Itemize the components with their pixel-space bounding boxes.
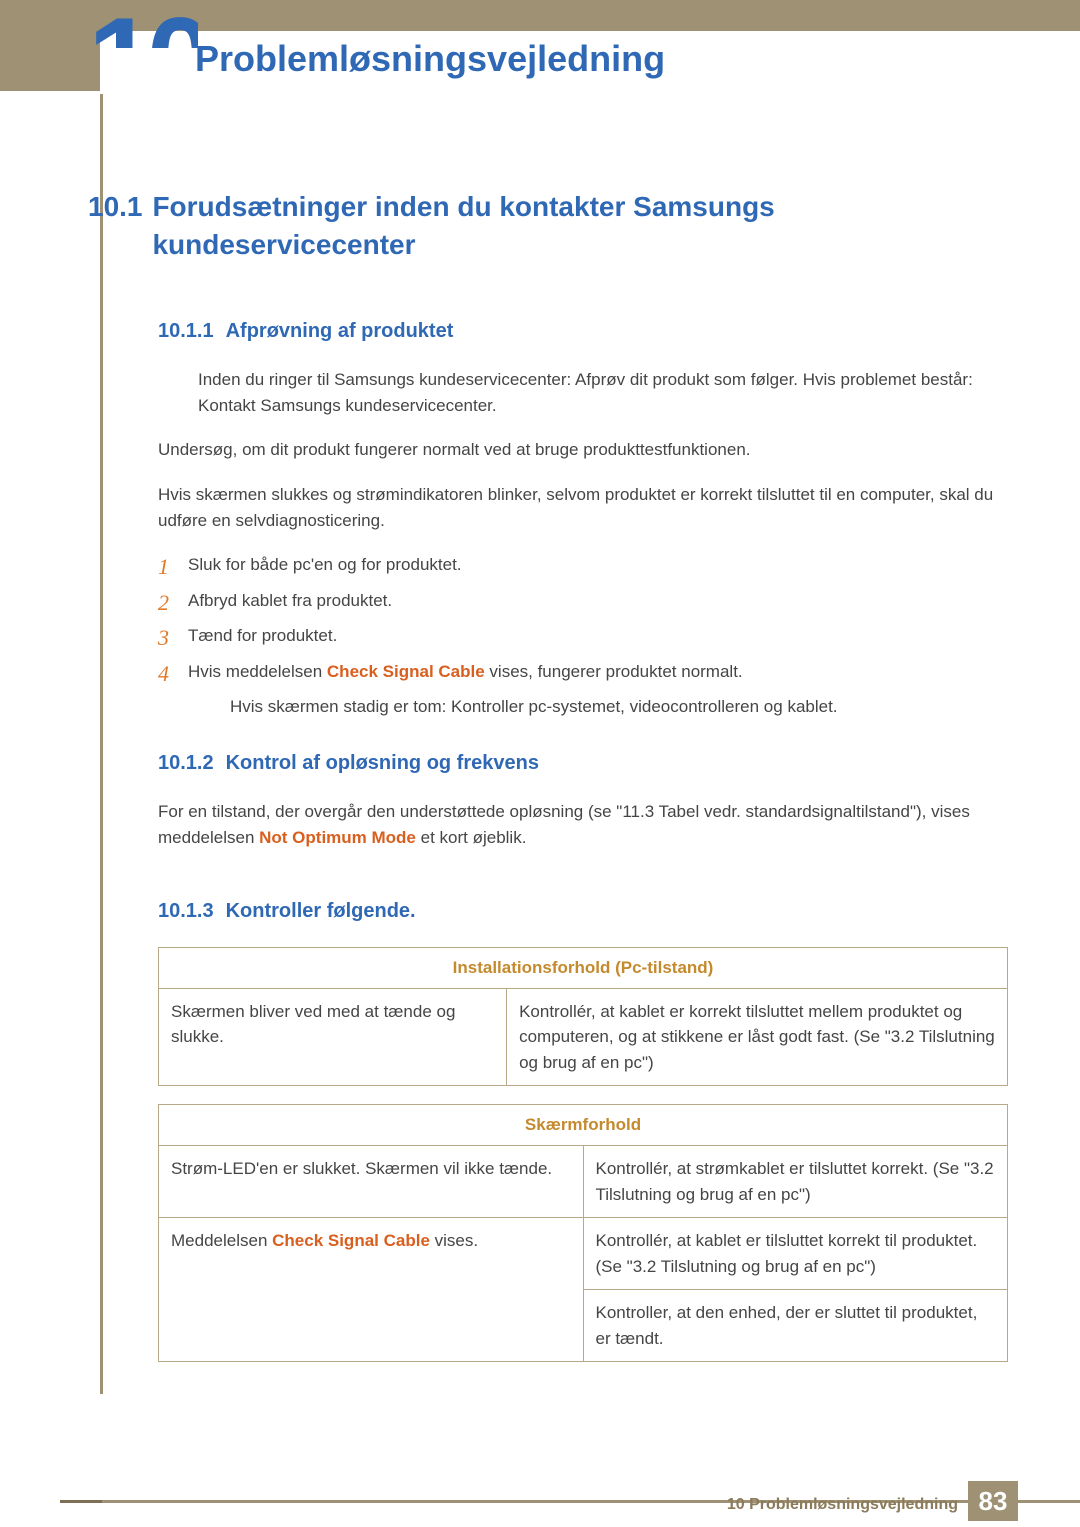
table-row: Skærmen bliver ved med at tænde og slukk… [159, 988, 1008, 1086]
sub1-intro: Inden du ringer til Samsungs kundeservic… [198, 367, 1000, 420]
sub1-p2: Hvis skærmen slukkes og strømindikatoren… [158, 482, 1000, 535]
sub2-paragraph: For en tilstand, der overgår den underst… [158, 799, 1000, 852]
table2-r2c1-highlight: Check Signal Cable [272, 1231, 430, 1250]
table-row: Strøm-LED'en er slukket. Skærmen vil ikk… [159, 1146, 1008, 1218]
step-2: 2Afbryd kablet fra produktet. [158, 588, 1000, 614]
subsection-3-number: 10.1.3 [158, 900, 214, 922]
section-number: 10.1 [88, 188, 148, 226]
subsection-2-title: Kontrol af opløsning og frekvens [226, 752, 539, 774]
step-4-highlight: Check Signal Cable [327, 662, 485, 681]
step-3: 3Tænd for produktet. [158, 623, 1000, 649]
table2-r2c1-a: Meddelelsen [171, 1231, 272, 1250]
step-3-text: Tænd for produktet. [188, 626, 337, 645]
page-number: 83 [968, 1481, 1018, 1521]
step-1-text: Sluk for både pc'en og for produktet. [188, 555, 462, 574]
step-1-number: 1 [158, 550, 169, 583]
header-bar-left [0, 31, 100, 91]
table2-r2c2: Kontrollér, at kablet er tilsluttet korr… [583, 1218, 1008, 1290]
footer-rule-accent [60, 1500, 102, 1503]
footer-chapter-label: 10 Problemløsningsvejledning [727, 1496, 958, 1514]
table2-r2c1: Meddelelsen Check Signal Cable vises. [159, 1218, 584, 1362]
sub1-note: Hvis skærmen stadig er tom: Kontroller p… [230, 694, 1000, 720]
step-3-number: 3 [158, 621, 169, 654]
subsection-3-heading: 10.1.3 Kontroller følgende. [158, 900, 1000, 923]
table2-r3c2: Kontroller, at den enhed, der er sluttet… [583, 1290, 1008, 1362]
table-row: Meddelelsen Check Signal Cable vises. Ko… [159, 1218, 1008, 1290]
table2-r2c1-c: vises. [430, 1231, 478, 1250]
table-screen-header: Skærmforhold [159, 1105, 1008, 1146]
step-4-text-c: vises, fungerer produktet normalt. [485, 662, 743, 681]
table-screen: Skærmforhold Strøm-LED'en er slukket. Sk… [158, 1104, 1008, 1362]
subsection-1-title: Afprøvning af produktet [226, 320, 454, 342]
step-2-number: 2 [158, 586, 169, 619]
step-2-text: Afbryd kablet fra produktet. [188, 591, 392, 610]
subsection-2-heading: 10.1.2 Kontrol af opløsning og frekvens [158, 752, 1000, 775]
header-band: 10 Problemløsningsvejledning [0, 0, 1080, 118]
manual-page: 10 Problemløsningsvejledning 10.1 Foruds… [0, 0, 1080, 1527]
section-title: Forudsætninger inden du kontakter Samsun… [152, 188, 852, 264]
subsection-1-heading: 10.1.1 Afprøvning af produktet [158, 320, 1000, 343]
vertical-rule [100, 94, 103, 1394]
table1-r1c2: Kontrollér, at kablet er korrekt tilslut… [507, 988, 1008, 1086]
chapter-title: Problemløsningsvejledning [195, 38, 665, 80]
table1-r1c1: Skærmen bliver ved med at tænde og slukk… [159, 988, 507, 1086]
subsection-3-title: Kontroller følgende. [226, 900, 416, 922]
sub1-steps: 1Sluk for både pc'en og for produktet. 2… [158, 552, 1000, 684]
content-area: 10.1 Forudsætninger inden du kontakter S… [150, 188, 1000, 1380]
footer: 10 Problemløsningsvejledning 83 [0, 1471, 1080, 1527]
sub1-p1: Undersøg, om dit produkt fungerer normal… [158, 437, 1000, 463]
table-installation-header: Installationsforhold (Pc-tilstand) [159, 947, 1008, 988]
step-4-number: 4 [158, 657, 169, 690]
step-4: 4Hvis meddelelsen Check Signal Cable vis… [158, 659, 1000, 685]
section-heading: 10.1 Forudsætninger inden du kontakter S… [88, 188, 1000, 264]
subsection-2-number: 10.1.2 [158, 752, 214, 774]
sub2-highlight: Not Optimum Mode [259, 828, 416, 847]
chapter-number-decoration: 10 [88, 0, 198, 48]
table2-r1c2: Kontrollér, at strømkablet er tilsluttet… [583, 1146, 1008, 1218]
step-4-text-a: Hvis meddelelsen [188, 662, 327, 681]
sub2-p-c: et kort øjeblik. [416, 828, 527, 847]
subsection-1-number: 10.1.1 [158, 320, 214, 342]
step-1: 1Sluk for både pc'en og for produktet. [158, 552, 1000, 578]
table2-r1c1: Strøm-LED'en er slukket. Skærmen vil ikk… [159, 1146, 584, 1218]
table-installation: Installationsforhold (Pc-tilstand) Skærm… [158, 947, 1008, 1087]
